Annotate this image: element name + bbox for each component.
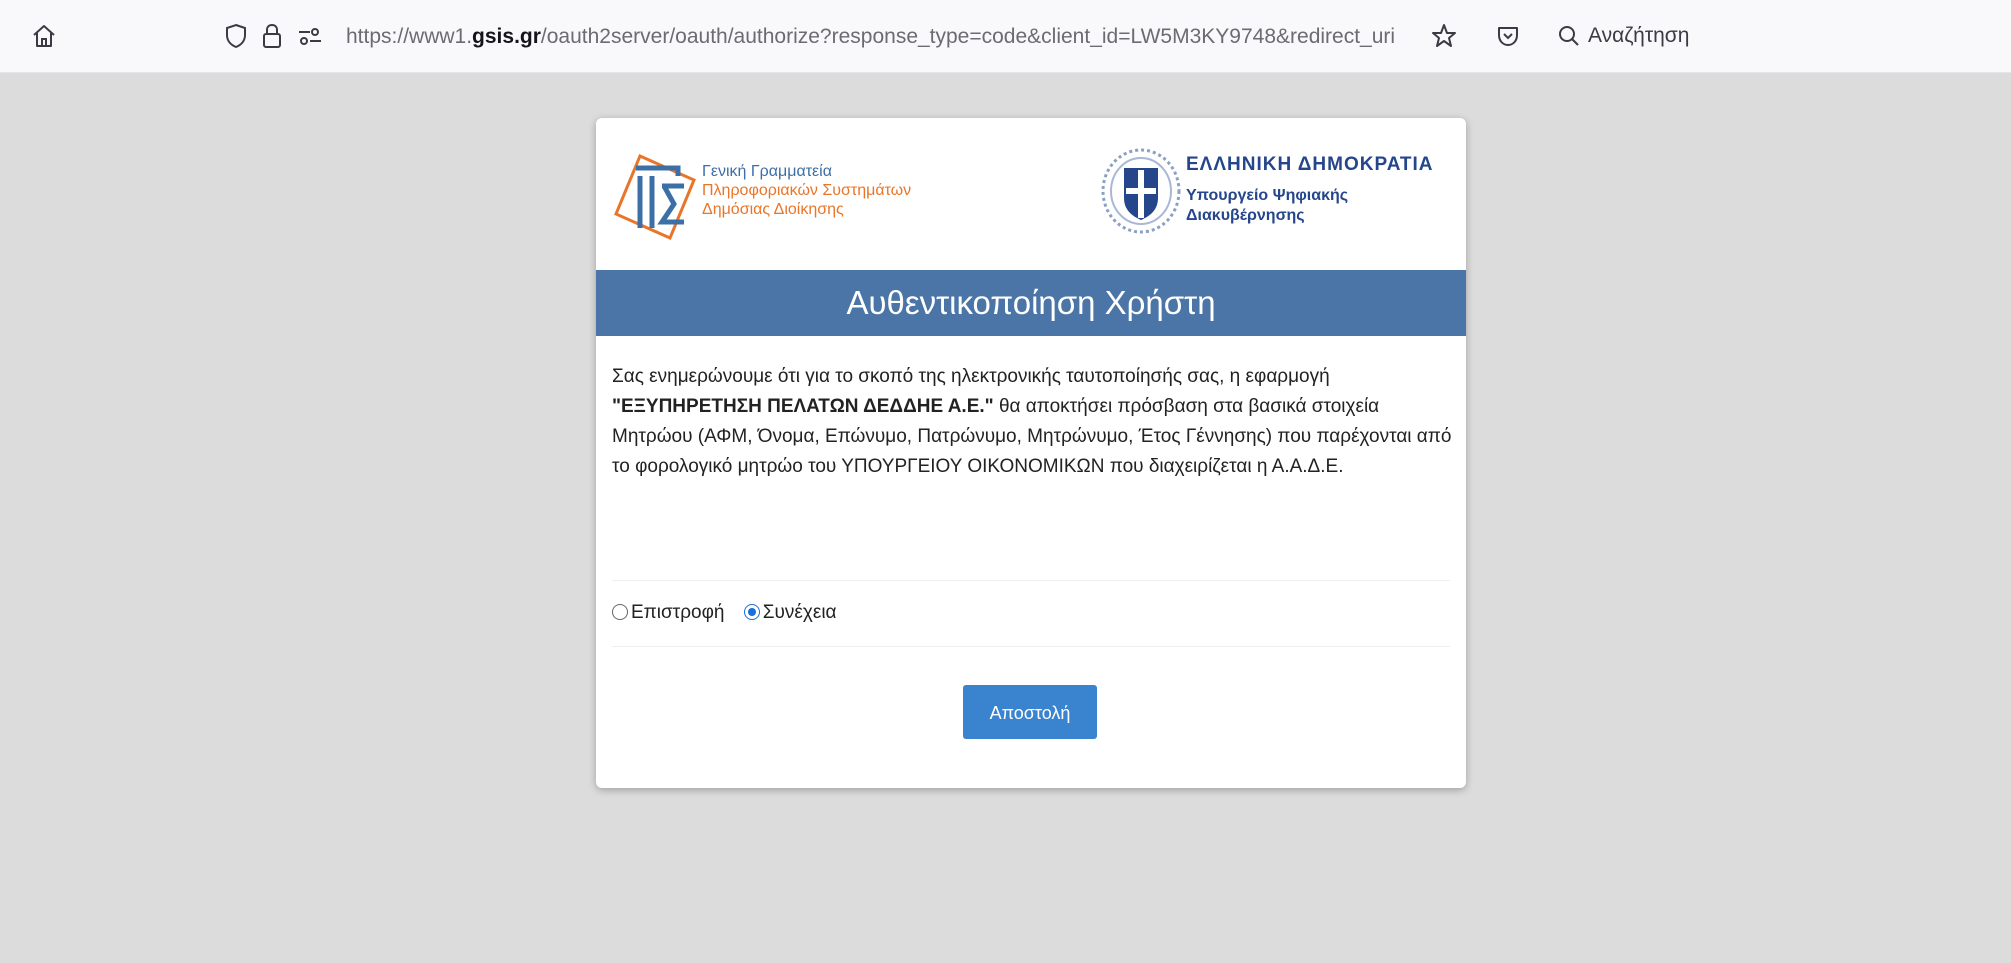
permissions-icon[interactable] (296, 22, 324, 50)
gsis-logo: Γενική Γραμματεία Πληροφοριακών Συστημάτ… (610, 148, 1010, 248)
auth-dialog: Γενική Γραμματεία Πληροφοριακών Συστημάτ… (596, 118, 1466, 788)
radio-continue[interactable]: Συνέχεια (743, 598, 837, 628)
search-icon (1559, 26, 1579, 46)
search-box[interactable]: Αναζήτηση (1548, 14, 2008, 58)
home-icon[interactable] (30, 22, 58, 50)
choice-group: Επιστροφή Συνέχεια (612, 598, 851, 628)
dialog-title: Αυθεντικοποίηση Χρήστη (596, 270, 1466, 336)
coat-of-arms-icon (1101, 148, 1181, 234)
radio-continue-label: Συνέχεια (762, 602, 837, 623)
url-bar[interactable]: https://www1.gsis.gr/oauth2server/oauth/… (346, 22, 1416, 52)
bookmark-star-icon[interactable] (1430, 22, 1458, 50)
gsis-line-3: Δημόσιας Διοίκησης (702, 201, 844, 218)
pocket-icon[interactable] (1494, 22, 1522, 50)
gsis-logo-mark (614, 154, 696, 240)
divider (612, 580, 1450, 581)
ministry-line-2: Διακυβέρνησης (1186, 207, 1305, 224)
hellenic-republic-logo: ΕΛΛΗΝΙΚΗ ΔΗΜΟΚΡΑΤΙΑ Υπουργείο Ψηφιακής Δ… (1098, 146, 1458, 246)
republic-title: ΕΛΛΗΝΙΚΗ ΔΗΜΟΚΡΑΤΙΑ (1186, 154, 1434, 175)
radio-back-label: Επιστροφή (631, 602, 725, 623)
url-prefix: https://www1. (346, 25, 473, 48)
submit-button[interactable]: Αποστολή (963, 685, 1097, 739)
shield-icon[interactable] (222, 22, 250, 50)
radio-continue-button[interactable] (743, 604, 760, 620)
app-name: "ΕΞΥΠΗΡΕΤΗΣΗ ΠΕΛΑΤΩΝ ΔΕΔΔΗΕ Α.Ε." (612, 396, 994, 417)
divider (612, 646, 1450, 647)
url-path: /oauth2server/oauth/authorize?response_t… (540, 25, 1396, 48)
search-placeholder: Αναζήτηση (1588, 24, 1690, 47)
lock-icon[interactable] (258, 22, 286, 50)
gsis-line-1: Γενική Γραμματεία (702, 163, 832, 180)
ministry-line-1: Υπουργείο Ψηφιακής (1186, 187, 1349, 204)
radio-back[interactable]: Επιστροφή (612, 598, 725, 628)
consent-text-before: Σας ενημερώνουμε ότι για το σκοπό της ηλ… (612, 366, 1330, 387)
ministry-name: Υπουργείο Ψηφιακής Διακυβέρνησης (1186, 186, 1348, 226)
gsis-line-2: Πληροφοριακών Συστημάτων (702, 182, 912, 199)
url-domain: gsis.gr (472, 25, 541, 48)
browser-toolbar: https://www1.gsis.gr/oauth2server/oauth/… (0, 0, 2011, 73)
consent-text: Σας ενημερώνουμε ότι για το σκοπό της ηλ… (612, 362, 1452, 482)
radio-back-button[interactable] (612, 604, 628, 620)
